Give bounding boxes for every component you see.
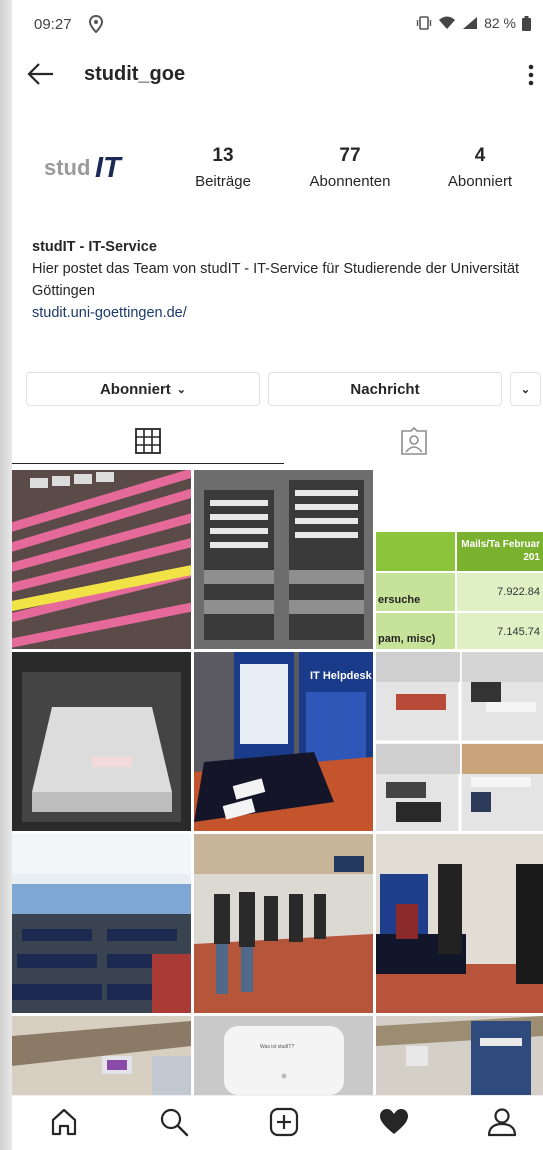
heart-icon[interactable] (378, 1106, 410, 1138)
table-header-text: Mails/Ta Februar 201 (461, 539, 540, 563)
profile-icon[interactable] (486, 1106, 518, 1138)
profile-avatar-logo[interactable]: stud IT (44, 150, 144, 184)
helpdesk-logo-text: IT (260, 656, 269, 667)
profile-header: studit_goe (12, 50, 543, 100)
access-point-photo (194, 1016, 373, 1095)
svg-text:stud: stud (44, 155, 90, 180)
post-tapes[interactable] (194, 470, 373, 649)
post-service-counter[interactable] (376, 1016, 543, 1095)
posts-label: Beiträge (195, 173, 251, 190)
wifi-icon (439, 16, 456, 29)
home-icon[interactable] (48, 1106, 80, 1138)
frame-edge (0, 0, 12, 1150)
post-server-device[interactable] (12, 652, 191, 831)
cables-photo (12, 470, 191, 649)
tagged-person-icon (400, 427, 427, 455)
followers-label: Abonnenten (309, 173, 391, 190)
counter-photo (376, 1016, 543, 1095)
following-count: 4 (474, 145, 486, 166)
post-mail-stats-table[interactable]: Mails/Ta Februar 201 ersuche 7.922.84 pa… (376, 470, 543, 649)
bio-website-link[interactable]: studit.uni-goettingen.de/ (32, 302, 532, 324)
active-tab-indicator (12, 463, 284, 464)
signal-icon (463, 17, 478, 29)
entrance-photo (12, 1016, 191, 1095)
post-library[interactable] (12, 834, 191, 1013)
studit-logo: stud IT (44, 152, 123, 184)
post-foyer-people[interactable] (194, 834, 373, 1013)
status-indicators: 82 % (416, 15, 531, 31)
add-post-icon[interactable] (268, 1106, 300, 1138)
table-row2-value: 7.145.74 (497, 626, 540, 638)
svg-text:IT: IT (95, 152, 123, 182)
battery-icon (522, 15, 531, 31)
table-row1-value: 7.922.84 (497, 586, 540, 598)
table-row1-label: ersuche (378, 594, 421, 606)
post-cables[interactable] (12, 470, 191, 649)
more-options-icon[interactable] (519, 62, 543, 88)
following-button-label: Abonniert (99, 380, 171, 398)
tapes-photo (194, 470, 373, 649)
bio-name: studIT - IT-Service (32, 239, 157, 255)
status-time: 09:27 (34, 16, 72, 33)
following-label: Abonniert (447, 173, 513, 190)
message-button-label: Nachricht (350, 380, 420, 398)
bio-text: Hier postet das Team von studIT - IT-Ser… (32, 261, 520, 299)
message-button[interactable]: Nachricht (268, 372, 502, 406)
stat-followers[interactable]: 77 Abonnenten (297, 145, 403, 190)
post-access-point[interactable]: Was ist studIT? (194, 1016, 373, 1095)
post-entrance-hall[interactable] (12, 1016, 191, 1095)
post-helpdesk-stand[interactable]: IT IT Helpdesk (194, 652, 373, 831)
post-info-stand[interactable] (376, 834, 543, 1013)
vibrate-icon (416, 16, 432, 30)
instagram-profile-screen: 09:27 82 % studit_goe stud IT 13 Beiträg… (12, 0, 543, 1150)
table-row2-label: pam, misc) (378, 633, 436, 645)
status-bar: 09:27 82 % (12, 0, 543, 50)
stat-following[interactable]: 4 Abonniert (437, 145, 523, 190)
helpdesk-title-text: IT Helpdesk (310, 670, 372, 682)
bottom-navigation (12, 1095, 543, 1150)
chevron-down-icon: ⌄ (520, 383, 531, 396)
posts-count: 13 (212, 145, 234, 166)
tab-grid[interactable] (12, 418, 284, 464)
info-stand-photo (376, 834, 543, 1013)
grid-icon (135, 428, 161, 454)
profile-bio: studIT - IT-Service Hier postet das Team… (32, 236, 532, 324)
pc-room-photo (376, 652, 543, 831)
location-icon (88, 15, 104, 33)
back-arrow-icon[interactable] (26, 62, 54, 86)
post-pc-room[interactable] (376, 652, 543, 831)
following-button[interactable]: Abonniert ⌄ (26, 372, 260, 406)
stat-posts[interactable]: 13 Beiträge (187, 145, 259, 190)
followers-count: 77 (339, 145, 361, 166)
suggestions-button[interactable]: ⌄ (510, 372, 541, 406)
foyer-photo (194, 834, 373, 1013)
server-photo (12, 652, 191, 831)
search-icon[interactable] (158, 1106, 190, 1138)
library-photo (12, 834, 191, 1013)
access-point-sign-text: Was ist studIT? (260, 1044, 295, 1050)
chevron-down-icon: ⌄ (176, 383, 187, 396)
battery-percent: 82 % (484, 15, 516, 31)
tab-tagged[interactable] (284, 418, 543, 464)
profile-username: studit_goe (84, 63, 186, 85)
